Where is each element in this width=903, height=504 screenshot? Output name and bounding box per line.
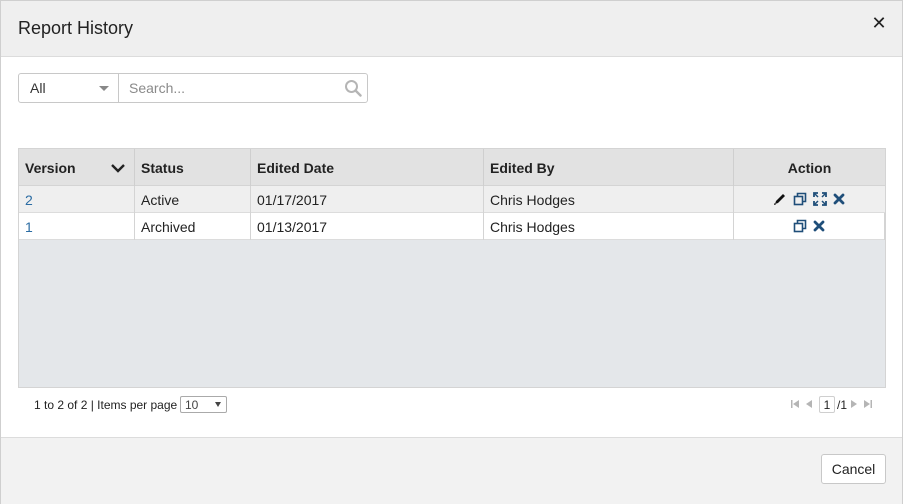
chevron-down-icon[interactable] [111,163,125,173]
close-icon[interactable]: ✕ [870,14,888,32]
dialog-title: Report History [18,18,134,38]
caret-down-icon [99,86,109,91]
first-page-icon[interactable] [790,399,800,409]
pager-info: 1 to 2 of 2 | Items per page [34,398,178,412]
next-page-icon[interactable] [849,399,859,409]
dialog-footer: Cancel [1,437,902,504]
table-row: 1 Archived 01/13/2017 Chris Hodges [19,213,885,240]
filter-bar: All [18,73,368,103]
page-total: /1 [837,398,848,412]
search-input[interactable] [120,74,340,102]
report-history-dialog: Report History ✕ All Version Status Edit… [0,0,903,504]
action-cell [734,186,885,213]
edited-by-cell: Chris Hodges [484,186,734,213]
expand-icon[interactable] [813,192,827,206]
action-cell [734,213,885,240]
history-grid: Version Status Edited Date Edited By Act… [18,148,886,388]
copy-icon[interactable] [793,192,807,206]
edited-date-cell: 01/17/2017 [251,186,484,213]
dialog-header: Report History ✕ [1,1,902,57]
edited-date-cell: 01/13/2017 [251,213,484,240]
table-row: 2 Active 01/17/2017 Chris Hodges [19,186,885,213]
column-header-edited-date[interactable]: Edited Date [251,149,484,186]
column-header-action: Action [787,160,832,176]
items-per-page-select[interactable]: 10 [180,396,227,413]
version-link[interactable]: 1 [19,213,135,240]
status-cell: Active [135,186,251,213]
previous-page-icon[interactable] [804,399,814,409]
caret-down-icon [215,402,221,407]
copy-icon[interactable] [793,219,807,233]
column-header-version[interactable]: Version [19,149,135,186]
last-page-icon[interactable] [863,399,873,409]
column-header-status[interactable]: Status [135,149,251,186]
grid-header: Version Status Edited Date Edited By Act… [19,149,885,186]
edit-icon[interactable] [773,192,787,206]
delete-icon[interactable] [832,192,846,206]
status-cell: Archived [135,213,251,240]
search-icon[interactable] [344,79,362,97]
scope-select[interactable]: All [19,74,119,102]
items-per-page-value: 10 [185,398,199,412]
current-page-input[interactable]: 1 [819,396,835,413]
delete-icon[interactable] [812,219,826,233]
pager: 1 to 2 of 2 | Items per page 10 1 /1 [18,388,886,422]
column-header-edited-by[interactable]: Edited By [484,149,734,186]
scope-select-value: All [30,80,46,96]
cancel-button[interactable]: Cancel [821,454,886,484]
version-link[interactable]: 2 [19,186,135,213]
edited-by-cell: Chris Hodges [484,213,734,240]
